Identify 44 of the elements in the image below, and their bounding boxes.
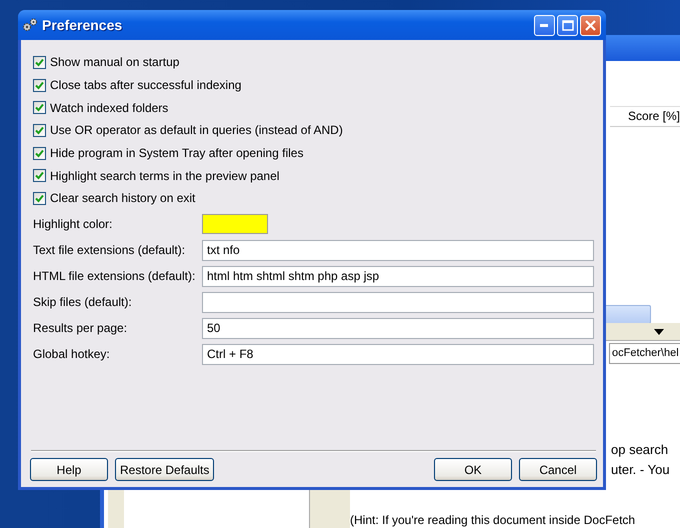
- color-swatch[interactable]: [202, 214, 268, 234]
- close-icon: [585, 20, 596, 30]
- maximize-button[interactable]: [557, 14, 578, 36]
- checkbox[interactable]: [33, 146, 46, 160]
- preview-text: (Hint: If you're reading this document inside DocFetch: [350, 513, 636, 527]
- field-label: Text file extensions (default):: [32, 243, 186, 258]
- field-label: HTML file extensions (default):: [32, 269, 196, 284]
- input-field[interactable]: txt nfo: [202, 240, 594, 261]
- field-label: Global hotkey:: [32, 347, 111, 362]
- field-label: Results per page:: [32, 321, 128, 336]
- input-field[interactable]: 50: [202, 318, 594, 339]
- preview-text: uter. - You: [611, 461, 670, 479]
- checkbox[interactable]: [33, 124, 46, 137]
- checkbox-label: Use OR operator as default in queries (instead of AND): [50, 123, 343, 138]
- checkbox-label: Watch indexed folders: [50, 100, 168, 115]
- maximize-icon: [562, 20, 574, 30]
- checkbox[interactable]: [33, 56, 46, 69]
- minimize-icon: [540, 24, 549, 26]
- dialog-button[interactable]: OK: [434, 458, 512, 481]
- checkbox[interactable]: [33, 169, 46, 182]
- path-field[interactable]: ocFetcher\hel: [609, 343, 680, 364]
- checkbox-label: Highlight search terms in the preview panel: [50, 168, 280, 183]
- minimize-button[interactable]: [534, 14, 555, 36]
- gears-icon: [22, 18, 38, 32]
- dropdown-arrow-icon[interactable]: [654, 329, 664, 335]
- dialog-button[interactable]: Cancel: [519, 458, 597, 481]
- column-header: Score [%]: [610, 106, 680, 127]
- field-label: Skip files (default):: [32, 295, 133, 310]
- input-field[interactable]: html htm shtml shtm php asp jsp: [202, 266, 594, 287]
- checkbox[interactable]: [33, 101, 46, 114]
- dialog-button[interactable]: Help: [30, 458, 108, 481]
- field-label: Highlight color:: [32, 217, 114, 232]
- checkbox[interactable]: [33, 78, 46, 92]
- checkbox-label: Clear search history on exit: [50, 191, 196, 206]
- input-field[interactable]: Ctrl + F8: [202, 344, 594, 365]
- checkbox-label: Show manual on startup: [50, 55, 180, 70]
- preview-text: op search: [611, 441, 670, 459]
- input-field[interactable]: [202, 292, 594, 313]
- window-title: Preferences: [42, 17, 122, 33]
- close-button[interactable]: [580, 14, 601, 36]
- dialog-button[interactable]: Restore Defaults: [115, 458, 214, 481]
- checkbox[interactable]: [33, 192, 46, 205]
- checkbox-label: Close tabs after successful indexing: [50, 78, 242, 92]
- checkbox-label: Hide program in System Tray after opening files: [50, 146, 304, 160]
